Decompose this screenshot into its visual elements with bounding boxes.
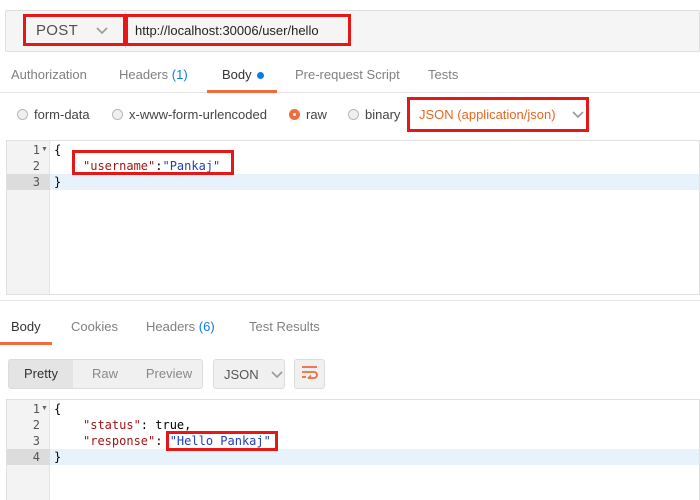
response-tabs: Body Cookies Headers (6) Test Results	[0, 314, 700, 345]
wrap-lines-button[interactable]	[294, 359, 325, 389]
body-modified-dot-icon	[256, 72, 264, 80]
radio-circle-selected	[289, 108, 300, 120]
radio-form-data[interactable]: form-data	[17, 104, 90, 124]
response-json-highlight-box	[166, 431, 278, 451]
active-response-tab-underline	[0, 342, 52, 345]
code-line-1: {	[54, 143, 62, 157]
tab-response-body[interactable]: Body	[11, 314, 41, 344]
line-number: 2	[32, 159, 40, 173]
line-number: 3	[32, 434, 40, 448]
wrap-lines-icon	[301, 365, 319, 384]
resp-line-4: }	[54, 450, 62, 464]
tab-test-results-label: Test Results	[249, 319, 320, 334]
tab-body-label: Body	[222, 67, 252, 82]
section-divider	[0, 300, 700, 301]
content-type-highlight-box	[407, 97, 589, 132]
tab-tests[interactable]: Tests	[428, 62, 458, 92]
radio-raw[interactable]: raw	[289, 104, 327, 124]
response-format-label: JSON	[224, 366, 259, 382]
tab-cookies[interactable]: Cookies	[71, 314, 118, 344]
radio-form-data-label: form-data	[34, 106, 90, 122]
tab-body[interactable]: Body	[222, 62, 264, 92]
tab-authorization[interactable]: Authorization	[11, 62, 87, 92]
json-key-status: "status"	[83, 418, 141, 432]
radio-binary-label: binary	[365, 106, 401, 122]
radio-circle	[348, 108, 359, 120]
radio-urlencoded-label: x-www-form-urlencoded	[129, 106, 267, 122]
tab-headers-count: (1)	[171, 67, 188, 82]
method-highlight-box	[23, 14, 126, 46]
url-highlight-box	[125, 14, 351, 46]
tab-prerequest-label: Pre-request Script	[295, 67, 400, 82]
tab-prerequest-script[interactable]: Pre-request Script	[295, 62, 400, 92]
json-sep: :	[140, 418, 156, 432]
preview-button[interactable]: Preview	[137, 360, 201, 388]
radio-urlencoded[interactable]: x-www-form-urlencoded	[112, 104, 267, 124]
tab-response-headers-count: (6)	[198, 319, 215, 334]
code-line-3: }	[54, 175, 62, 189]
line-number: 1	[32, 402, 40, 416]
line-number: 2	[32, 418, 40, 432]
line-number: 4	[32, 450, 40, 464]
view-mode-group: Pretty Raw Preview	[8, 359, 203, 389]
json-key-response: "response"	[83, 434, 156, 448]
active-tab-underline	[207, 90, 277, 93]
pretty-button[interactable]: Pretty	[9, 360, 73, 388]
tab-headers-label: Headers	[119, 67, 169, 82]
radio-circle	[112, 108, 123, 120]
resp-line-1: {	[54, 402, 62, 416]
tab-tests-label: Tests	[428, 67, 459, 82]
line-number: 1	[32, 143, 40, 157]
request-tabs: Authorization Headers (1) Body Pre-reque…	[0, 62, 700, 93]
radio-binary[interactable]: binary	[348, 104, 400, 124]
tab-response-headers[interactable]: Headers (6)	[146, 314, 215, 344]
raw-button[interactable]: Raw	[73, 360, 137, 388]
fold-arrow-icon[interactable]: ▼	[41, 142, 48, 158]
tab-test-results[interactable]: Test Results	[249, 314, 320, 344]
tab-cookies-label: Cookies	[71, 319, 118, 334]
json-value-status: true,	[155, 418, 192, 432]
tab-headers[interactable]: Headers (1)	[119, 62, 188, 92]
tab-authorization-label: Authorization	[11, 67, 87, 82]
request-json-highlight-box	[72, 150, 234, 175]
radio-raw-label: raw	[306, 106, 327, 122]
tab-response-body-label: Body	[11, 319, 41, 334]
tab-response-headers-label: Headers	[146, 319, 196, 334]
fold-arrow-icon[interactable]: ▼	[41, 401, 48, 417]
line-number: 3	[32, 175, 40, 189]
radio-circle	[17, 108, 28, 120]
response-format-dropdown[interactable]: JSON	[213, 359, 285, 389]
response-body-viewer[interactable]: 1 ▼ { 2 "status": true, 3 "response": "H…	[6, 399, 700, 500]
chevron-down-icon	[271, 367, 283, 382]
